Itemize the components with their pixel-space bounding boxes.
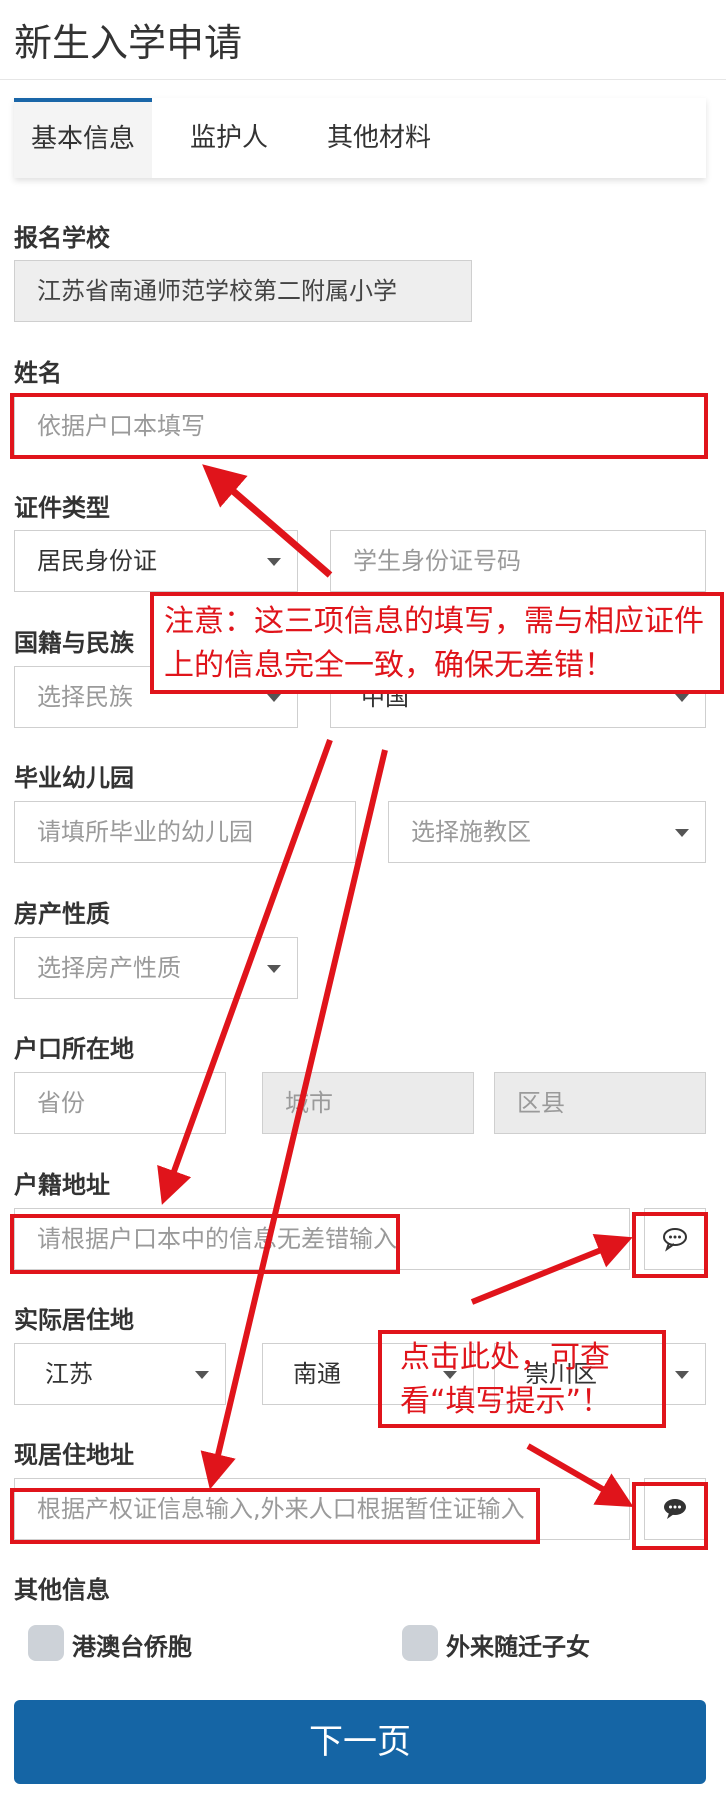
annotation-arrows — [157, 464, 634, 1508]
page: 新生入学申请 基本信息 监护人 其他材料 报名学校 江苏省南通师范学校第二附属小… — [0, 0, 726, 1796]
annotation-note-tip: 点击此处，可查看“填写提示”！ — [378, 1330, 666, 1428]
arrow-to-current-address — [200, 749, 388, 1490]
annotation-note-consistency: 注意：这三项信息的填写，需与相应证件上的信息完全一致，确保无差错！ — [150, 592, 724, 694]
arrow-to-name — [202, 464, 333, 578]
arrow-to-hukou-address — [157, 738, 333, 1205]
arrow-to-tip-button-1 — [470, 1234, 633, 1305]
arrow-to-tip-button-2 — [526, 1443, 634, 1508]
